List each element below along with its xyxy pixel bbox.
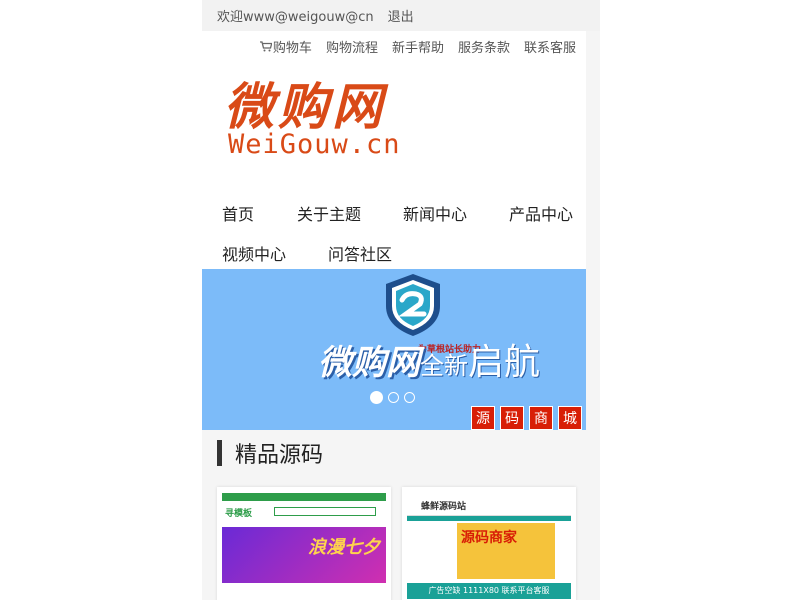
shield-logo-icon — [386, 274, 440, 336]
nav-about[interactable]: 关于主题 — [297, 201, 361, 225]
cart-icon — [259, 40, 272, 51]
section-heading-bar — [217, 440, 222, 466]
slider-dot-1[interactable] — [370, 391, 383, 404]
thumb-header: 蜂鲜源码站 — [407, 493, 571, 516]
nav-row-2: 视频中心 问答社区 — [202, 233, 586, 273]
help-link[interactable]: 新手帮助 — [392, 37, 444, 56]
thumb-promo-text: 源码商家 — [461, 530, 517, 546]
top-links: 购物车 购物流程 新手帮助 服务条款 联系客服 — [202, 31, 586, 61]
nav-qa[interactable]: 问答社区 — [328, 241, 392, 265]
shopping-process-link[interactable]: 购物流程 — [326, 37, 378, 56]
section-heading-text: 精品源码 — [235, 443, 324, 468]
logout-link[interactable]: 退出 — [388, 6, 414, 25]
header: 购物车 购物流程 新手帮助 服务条款 联系客服 微购网 WeiGouw.cn 首… — [202, 31, 586, 277]
nav-home[interactable]: 首页 — [222, 201, 254, 225]
site-logo[interactable]: 微购网 WeiGouw.cn — [202, 61, 586, 167]
nav-news[interactable]: 新闻中心 — [403, 201, 467, 225]
welcome-text: 欢迎www@weigouw@cn — [217, 10, 374, 25]
badge-char: 商 — [529, 406, 553, 430]
badge-char: 城 — [558, 406, 582, 430]
thumb-search-bar — [274, 507, 376, 516]
thumb-promo-banner: 浪漫七夕 — [222, 527, 386, 583]
badge-char: 码 — [500, 406, 524, 430]
terms-link[interactable]: 服务条款 — [458, 37, 510, 56]
banner-title-brand: 微购网 — [318, 343, 420, 383]
contact-link[interactable]: 联系客服 — [524, 37, 576, 56]
banner-title-new: 全新 — [420, 352, 468, 380]
banner-title-sail: 启航 — [468, 342, 541, 383]
main-nav: 首页 关于主题 新闻中心 产品中心 视频中心 问答社区 — [202, 167, 586, 277]
badge-char: 源 — [471, 406, 495, 430]
slider-dots — [370, 391, 420, 404]
thumb-nav-bar — [407, 516, 571, 521]
thumb-promo-text: 浪漫七夕 — [308, 537, 380, 558]
slider-dot-2[interactable] — [388, 392, 399, 403]
product-card[interactable]: 寻模板 浪漫七夕 — [217, 487, 391, 600]
thumb-logo: 蜂鲜源码站 — [421, 502, 467, 512]
banner-badges: 源 码 商 城 — [466, 406, 582, 430]
banner-title: 微购网全新启航 — [318, 333, 540, 385]
thumb-ad-strip: 广告空缺 1111X80 联系平台客服 — [407, 583, 571, 599]
topbar: 欢迎www@weigouw@cn 退出 — [202, 0, 600, 31]
logo-english: WeiGouw.cn — [228, 129, 401, 160]
nav-products[interactable]: 产品中心 — [509, 201, 573, 225]
page: 欢迎www@weigouw@cn 退出 购物车 购物流程 新手帮助 服务条款 联… — [202, 0, 600, 600]
product-thumbnail[interactable]: 蜂鲜源码站 源码商家 广告空缺 1111X80 联系平台客服 — [407, 493, 571, 600]
banner-slider[interactable]: 为草根站长助力 微购网全新启航 源 码 商 城 — [202, 269, 586, 430]
cart-label: 购物车 — [272, 40, 312, 56]
product-thumbnail[interactable]: 寻模板 浪漫七夕 — [222, 493, 386, 600]
nav-row-1: 首页 关于主题 新闻中心 产品中心 — [202, 193, 586, 233]
thumb-nav-bar — [222, 493, 386, 501]
nav-video[interactable]: 视频中心 — [222, 241, 286, 265]
slider-dot-3[interactable] — [404, 392, 415, 403]
section-heading: 精品源码 — [217, 438, 323, 468]
cart-link[interactable]: 购物车 — [259, 37, 312, 56]
thumb-logo: 寻模板 — [225, 509, 253, 519]
thumb-promo-banner: 源码商家 — [457, 523, 555, 579]
product-card[interactable]: 蜂鲜源码站 源码商家 广告空缺 1111X80 联系平台客服 — [402, 487, 576, 600]
